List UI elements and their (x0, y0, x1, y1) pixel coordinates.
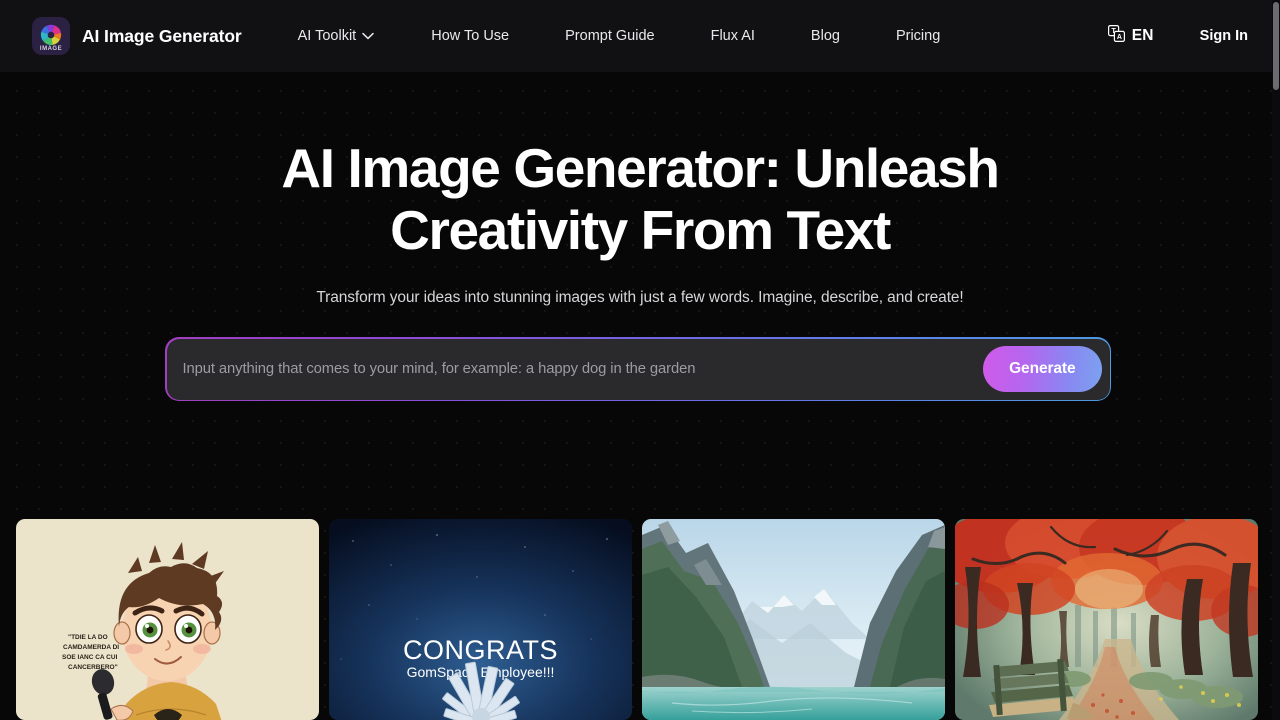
sign-in-button[interactable]: Sign In (1200, 28, 1248, 44)
language-label: EN (1131, 27, 1154, 44)
svg-text:CAMDAMERDA DI: CAMDAMERDA DI (63, 644, 119, 651)
generate-button[interactable]: Generate (983, 346, 1102, 392)
hero-subtitle: Transform your ideas into stunning image… (316, 289, 964, 306)
nav-item-blog[interactable]: Blog (811, 28, 840, 44)
prompt-bar: Generate (165, 337, 1111, 401)
image-gallery-row: "TDIE LA DO CAMDAMERDA DI SOE IANC CA CU… (16, 519, 1264, 720)
svg-text:GomSpace Employee!!!: GomSpace Employee!!! (407, 664, 555, 680)
page-root: IMAGE AI Image Generator AI Toolkit How … (0, 0, 1280, 720)
page-scrollbar-thumb[interactable] (1273, 2, 1279, 90)
svg-text:CONGRATS: CONGRATS (403, 635, 558, 665)
logo-word: IMAGE (39, 46, 63, 52)
gallery-card-congrats-space-satellites[interactable]: CONGRATS GomSpace Employee!!! (329, 519, 632, 720)
nav-item-prompt-guide[interactable]: Prompt Guide (565, 28, 654, 44)
gallery-card-autumn-park-bench[interactable] (955, 519, 1258, 720)
svg-text:A: A (1117, 34, 1122, 41)
brand-name: AI Image Generator (82, 25, 242, 46)
chevron-down-icon (362, 28, 374, 44)
gallery-card-cartoon-boy-with-microphone[interactable]: "TDIE LA DO CAMDAMERDA DI SOE IANC CA CU… (16, 519, 319, 720)
nav-item-pricing[interactable]: Pricing (896, 28, 940, 44)
brand-home-link[interactable]: IMAGE AI Image Generator (32, 17, 242, 55)
nav-item-pricing-label: Pricing (895, 28, 941, 44)
page-title: AI Image Generator: Unleash Creativity F… (281, 137, 1000, 261)
svg-text:"TDIE LA DO: "TDIE LA DO (68, 634, 108, 641)
nav-item-flux-ai-label: Flux AI (710, 28, 755, 44)
nav-item-blog-label: Blog (810, 28, 840, 44)
nav-item-ai-toolkit[interactable]: AI Toolkit (298, 28, 375, 44)
nav-item-how-to-use[interactable]: How To Use (431, 28, 509, 44)
primary-nav-links: AI Toolkit How To Use Prompt Guide Flux … (298, 28, 941, 44)
svg-text:CANCERBERO": CANCERBERO" (68, 664, 118, 671)
svg-text:SOE IANC CA CUI: SOE IANC CA CUI (62, 654, 118, 661)
language-switcher[interactable]: T A EN (1107, 25, 1154, 47)
prompt-bar-inner: Generate (166, 338, 1110, 400)
prompt-input[interactable] (166, 338, 984, 400)
nav-item-how-to-use-label: How To Use (431, 28, 510, 44)
gallery-card-mountain-fjord-lake[interactable] (642, 519, 945, 720)
nav-item-flux-ai[interactable]: Flux AI (711, 28, 755, 44)
top-navigation-bar: IMAGE AI Image Generator AI Toolkit How … (0, 0, 1280, 72)
app-logo-icon: IMAGE (32, 17, 70, 55)
hero-section: AI Image Generator: Unleash Creativity F… (0, 72, 1280, 307)
nav-item-prompt-guide-label: Prompt Guide (565, 28, 655, 44)
nav-item-ai-toolkit-label: AI Toolkit (297, 28, 357, 44)
translate-icon: T A (1107, 25, 1125, 47)
nav-right-actions: T A EN Sign In (1107, 25, 1248, 47)
page-scrollbar-track[interactable] (1272, 0, 1280, 720)
